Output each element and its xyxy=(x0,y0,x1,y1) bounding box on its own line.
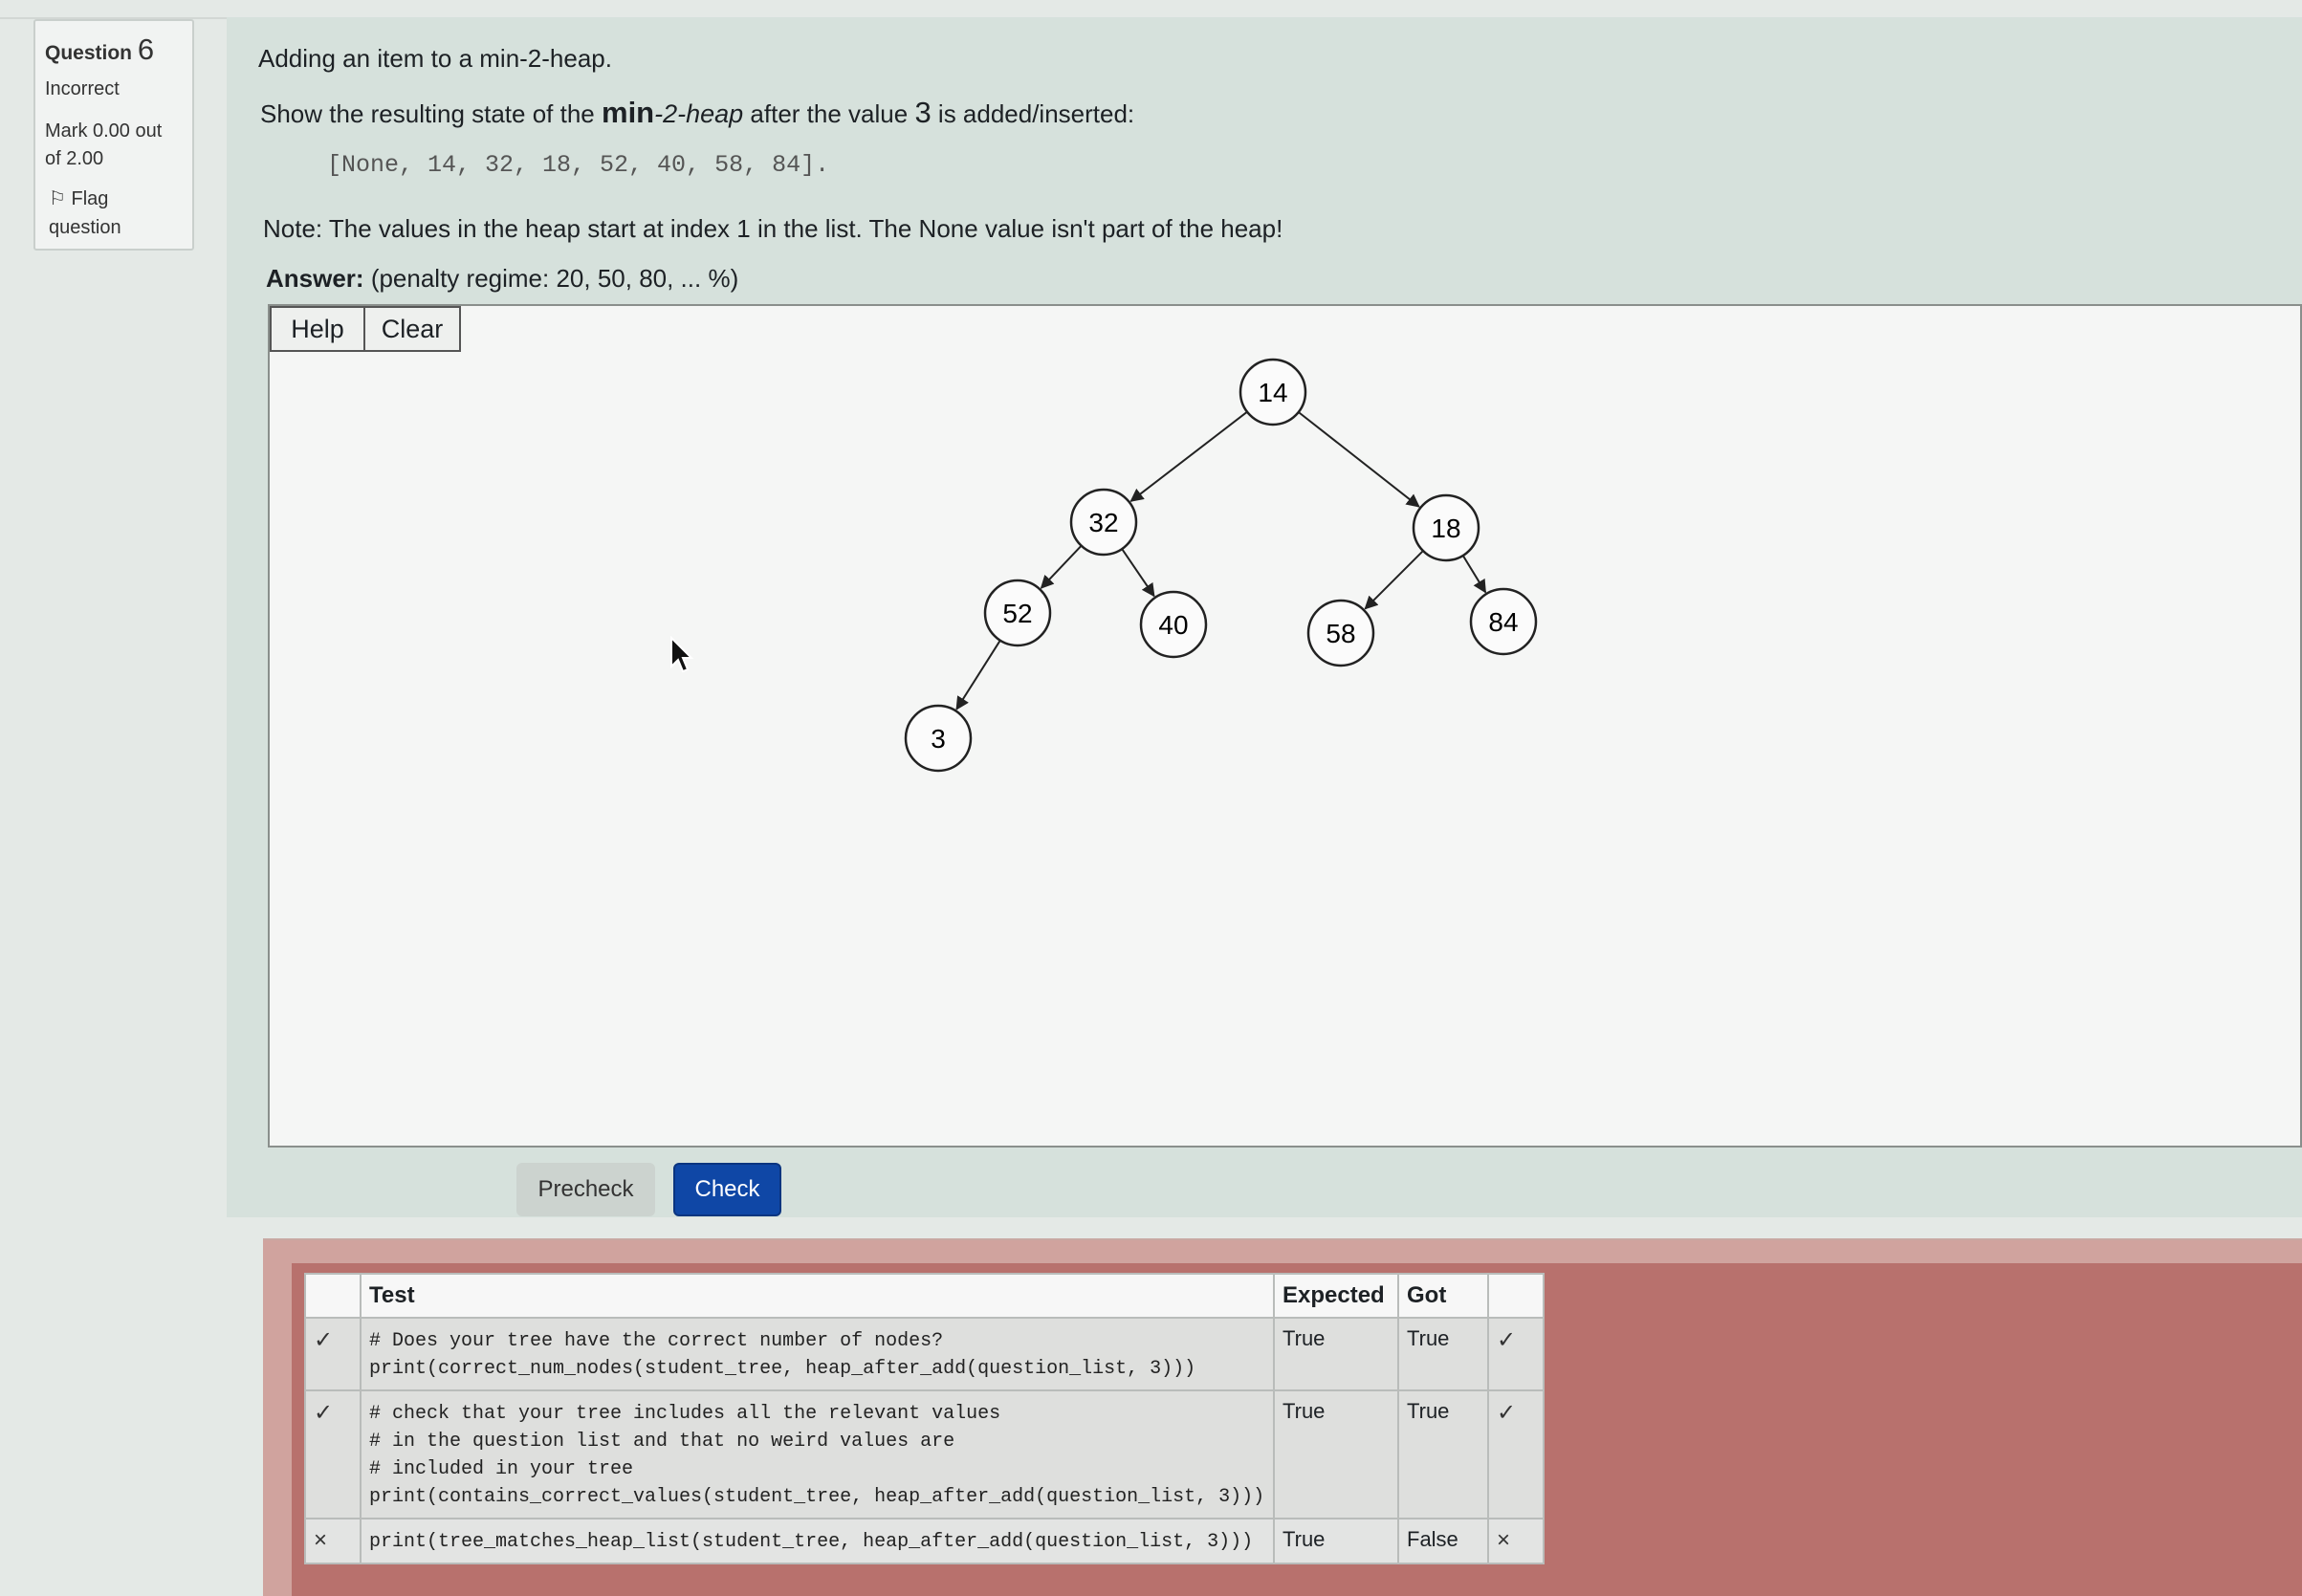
prompt-bold: min xyxy=(602,96,655,129)
expected-value-cell: True xyxy=(1273,1518,1399,1564)
question-label: Question xyxy=(45,42,133,64)
tree-node-label: 18 xyxy=(1431,514,1460,543)
result-icon: ✓ xyxy=(1497,1327,1517,1353)
prompt-pre: Show the resulting state of the xyxy=(260,99,602,128)
status-icon: ✓ xyxy=(314,1327,334,1353)
question-mark: Mark 0.00 out of 2.00 xyxy=(45,118,183,173)
question-number-value: 6 xyxy=(137,33,155,66)
got-value: True xyxy=(1407,1399,1450,1423)
question-note: Note: The values in the heap start at in… xyxy=(263,214,1283,243)
table-row: ✓ # Does your tree have the correct numbe… xyxy=(304,1317,1545,1391)
precheck-button[interactable]: Precheck xyxy=(516,1163,655,1216)
tree-node-14[interactable]: 14 xyxy=(1239,358,1307,426)
got-header: Got xyxy=(1397,1273,1489,1319)
got-value: False xyxy=(1407,1527,1458,1551)
tree-node-label: 84 xyxy=(1488,607,1518,637)
status-icon-cell: ✓ xyxy=(304,1389,362,1519)
result-icon-cell: × xyxy=(1487,1518,1545,1564)
got-value-cell: False xyxy=(1397,1518,1489,1564)
question-list: [None, 14, 32, 18, 52, 40, 58, 84]. xyxy=(327,151,830,179)
flag-label-2: question xyxy=(49,217,121,238)
tree-edge-n52-n3[interactable] xyxy=(955,640,1001,711)
expected-header: Expected xyxy=(1273,1273,1399,1319)
tree-edge-n18-n58[interactable] xyxy=(1364,550,1424,610)
tree-node-label: 40 xyxy=(1158,610,1188,640)
status-header xyxy=(304,1273,362,1319)
question-content: Adding an item to a min-2-heap. Show the… xyxy=(227,17,2302,1217)
tree-drawing-canvas[interactable]: Help Clear 14 32 18 52 40 58 84 3 xyxy=(268,304,2302,1148)
status-icon-cell: ✓ xyxy=(304,1317,362,1391)
prompt-value: 3 xyxy=(914,96,932,129)
tree-node-18[interactable]: 18 xyxy=(1412,493,1480,562)
prompt-post: is added/inserted: xyxy=(931,99,1135,128)
mark-line-1: Mark 0.00 out xyxy=(45,120,163,142)
penalty-regime: (penalty regime: 20, 50, 80, ... %) xyxy=(370,264,739,293)
answer-label-row: Answer: (penalty regime: 20, 50, 80, ...… xyxy=(266,264,738,294)
question-number: Question 6 xyxy=(45,33,183,67)
expected-value: True xyxy=(1283,1399,1326,1423)
tree-node-label: 3 xyxy=(931,724,946,754)
tree-node-label: 32 xyxy=(1088,508,1118,537)
tree-node-label: 58 xyxy=(1326,619,1355,648)
test-header: Test xyxy=(360,1273,1275,1319)
tree-node-3[interactable]: 3 xyxy=(904,704,973,773)
test-code: print(tree_matches_heap_list(student_tre… xyxy=(369,1531,1254,1553)
test-code-cell: # Does your tree have the correct number… xyxy=(360,1317,1275,1391)
result-icon-cell: ✓ xyxy=(1487,1317,1545,1391)
test-code-cell: print(tree_matches_heap_list(student_tre… xyxy=(360,1518,1275,1564)
result-header xyxy=(1487,1273,1545,1319)
tree-node-40[interactable]: 40 xyxy=(1139,590,1208,659)
flag-label: Flag xyxy=(71,188,109,209)
got-value-cell: True xyxy=(1397,1317,1489,1391)
tree-edge-n32-n52[interactable] xyxy=(1040,544,1083,589)
table-row: ✓ # check that your tree includes all the… xyxy=(304,1389,1545,1519)
result-icon: ✓ xyxy=(1497,1400,1517,1426)
tree-node-58[interactable]: 58 xyxy=(1306,599,1375,667)
tree-edge-n18-n84[interactable] xyxy=(1461,555,1487,594)
test-results-table: Test Expected Got ✓ # Does your tree have… xyxy=(304,1273,1545,1564)
status-icon: ✓ xyxy=(314,1400,334,1426)
expected-value: True xyxy=(1283,1326,1326,1350)
result-icon: × xyxy=(1497,1527,1511,1553)
question-prompt: Show the resulting state of the min-2-he… xyxy=(260,96,1134,130)
expected-value-cell: True xyxy=(1273,1317,1399,1391)
question-state: Incorrect xyxy=(45,78,120,99)
table-row: × print(tree_matches_heap_list(student_tr… xyxy=(304,1518,1545,1564)
status-icon-cell: × xyxy=(304,1518,362,1564)
tree-edge-n32-n40[interactable] xyxy=(1121,548,1155,598)
test-code: # check that your tree includes all the … xyxy=(369,1403,1265,1508)
test-code-cell: # check that your tree includes all the … xyxy=(360,1389,1275,1519)
expected-value: True xyxy=(1283,1527,1326,1551)
mouse-cursor-icon xyxy=(670,636,694,673)
status-icon: × xyxy=(314,1527,328,1553)
flag-question-link[interactable]: ⚐ Flag question xyxy=(45,185,183,242)
test-code: # Does your tree have the correct number… xyxy=(369,1330,1196,1380)
tree-graph[interactable]: 14 32 18 52 40 58 84 3 xyxy=(270,306,2300,1146)
check-button[interactable]: Check xyxy=(673,1163,781,1216)
answer-label: Answer: xyxy=(266,264,364,293)
got-value: True xyxy=(1407,1326,1450,1350)
tree-node-84[interactable]: 84 xyxy=(1469,587,1538,656)
question-info-panel: Question 6 Incorrect Mark 0.00 out of 2.… xyxy=(33,19,194,251)
mark-line-2: of 2.00 xyxy=(45,148,104,169)
tree-node-label: 14 xyxy=(1258,378,1287,407)
prompt-mid: after the value xyxy=(743,99,915,128)
question-intro: Adding an item to a min-2-heap. xyxy=(258,44,612,73)
tree-node-52[interactable]: 52 xyxy=(983,579,1052,647)
expected-value-cell: True xyxy=(1273,1389,1399,1519)
results-header-row: Test Expected Got xyxy=(304,1273,1545,1319)
tree-edge-n14-n32[interactable] xyxy=(1129,410,1248,502)
got-value-cell: True xyxy=(1397,1389,1489,1519)
result-icon-cell: ✓ xyxy=(1487,1389,1545,1519)
flag-icon: ⚐ xyxy=(49,188,66,209)
tree-node-label: 52 xyxy=(1002,599,1032,628)
tree-edge-n14-n18[interactable] xyxy=(1298,411,1420,508)
prompt-italic: -2-heap xyxy=(654,99,744,128)
tree-node-32[interactable]: 32 xyxy=(1069,488,1138,557)
